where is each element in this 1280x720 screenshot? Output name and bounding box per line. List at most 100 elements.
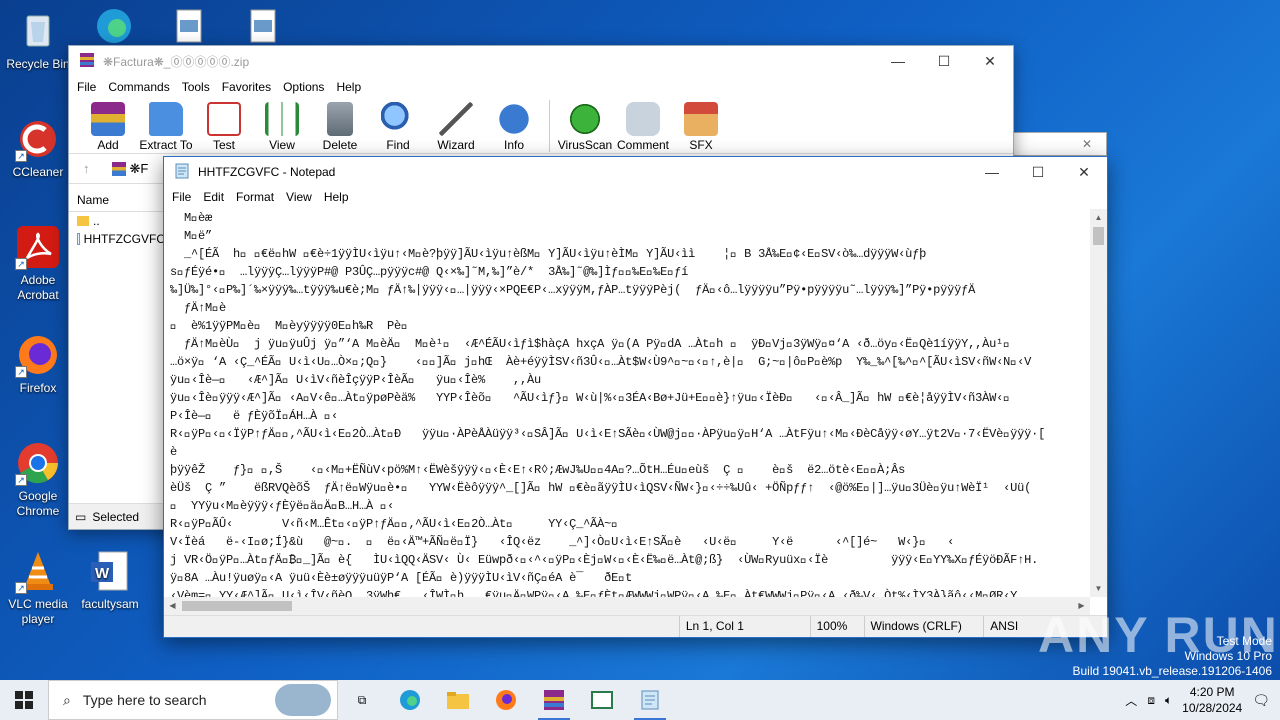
maximize-icon[interactable]: ☐ bbox=[1015, 157, 1061, 187]
close-icon[interactable]: ✕ bbox=[1061, 157, 1107, 187]
virusscan-button[interactable]: VirusScan bbox=[556, 98, 614, 152]
background-window-titlebar[interactable]: ✕ bbox=[1012, 132, 1107, 156]
notepad-icon bbox=[641, 690, 659, 710]
ccleaner-icon: ↗ bbox=[15, 116, 61, 162]
horizontal-scrollbar[interactable]: ◀ ▶ bbox=[164, 597, 1090, 615]
chevron-up-icon[interactable]: ︿ bbox=[1125, 692, 1137, 709]
address-path[interactable]: ❋F bbox=[130, 161, 149, 177]
taskbar-winrar[interactable] bbox=[530, 680, 578, 720]
text-editor[interactable]: M￿èæ M￿ë” _^[ÉÃ h￿ ￿€ë￿hW ￿€è÷1ÿÿÌU‹ìÿu↑… bbox=[164, 209, 1090, 597]
column-header-name[interactable]: Name bbox=[69, 188, 165, 212]
shortcut-arrow-icon: ↗ bbox=[15, 258, 27, 270]
scroll-thumb[interactable] bbox=[182, 601, 292, 611]
taskbar-app[interactable] bbox=[578, 680, 626, 720]
taskbar: ⌕ Type here to search ⧉ ︿ ⧈ 🔈︎ 4:20 PM 1… bbox=[0, 680, 1280, 720]
vertical-scrollbar[interactable]: ▲ ▼ bbox=[1090, 209, 1107, 597]
desktop-icon-label: Google Chrome bbox=[16, 489, 60, 518]
recycle-bin-icon bbox=[15, 8, 61, 54]
menu-commands[interactable]: Commands bbox=[102, 80, 175, 94]
comment-icon bbox=[626, 102, 660, 136]
clock[interactable]: 4:20 PM 10/28/2024 bbox=[1182, 684, 1242, 716]
close-icon[interactable]: ✕ bbox=[967, 46, 1013, 76]
view-button[interactable]: View bbox=[253, 98, 311, 152]
test-label: Test bbox=[212, 138, 235, 152]
menu-edit[interactable]: Edit bbox=[197, 190, 230, 204]
find-button[interactable]: Find bbox=[369, 98, 427, 152]
add-label: Add bbox=[97, 138, 119, 152]
search-placeholder: Type here to search bbox=[82, 692, 207, 708]
windows-logo-icon bbox=[15, 691, 33, 709]
folder-icon bbox=[77, 216, 89, 226]
desktop-icon-label: Recycle Bin bbox=[6, 57, 70, 71]
desktop-icon-label: Adobe Acrobat bbox=[17, 273, 59, 302]
info-button[interactable]: Info bbox=[485, 98, 543, 152]
folder-icon bbox=[149, 102, 183, 136]
winrar-titlebar[interactable]: ❋Factura❋_⓪⓪⓪⓪⓪.zip — ☐ ✕ bbox=[69, 46, 1013, 76]
add-button[interactable]: Add bbox=[79, 98, 137, 152]
winrar-toolbar: Add Extract To Test View Delete Find Wiz… bbox=[69, 98, 1013, 154]
image-file-icon bbox=[239, 4, 285, 50]
task-view-button[interactable]: ⧉ bbox=[338, 680, 386, 720]
comment-label: Comment bbox=[616, 138, 669, 152]
close-icon[interactable]: ✕ bbox=[1082, 137, 1092, 151]
desktop-icon-vlc[interactable]: ↗ VLC media player bbox=[0, 548, 76, 627]
desktop-icon-facultysam[interactable]: W facultysam bbox=[72, 548, 148, 612]
desktop-icon-adobe-acrobat[interactable]: ↗ Adobe Acrobat bbox=[0, 224, 76, 303]
shortcut-arrow-icon: ↗ bbox=[15, 150, 27, 162]
taskbar-firefox[interactable] bbox=[482, 680, 530, 720]
desktop-icon-ccleaner[interactable]: ↗ CCleaner bbox=[0, 116, 76, 180]
menu-options[interactable]: Options bbox=[277, 80, 330, 94]
wizard-button[interactable]: Wizard bbox=[427, 98, 485, 152]
network-icon[interactable]: ⧈ bbox=[1147, 693, 1155, 708]
cursor-position: Ln 1, Col 1 bbox=[678, 616, 810, 637]
scroll-up-icon[interactable]: ▲ bbox=[1090, 209, 1107, 226]
image-file-icon bbox=[165, 4, 211, 50]
desktop-icon-recycle-bin[interactable]: Recycle Bin bbox=[0, 8, 76, 72]
notepad-titlebar[interactable]: HHTFZCGVFC - Notepad — ☐ ✕ bbox=[164, 157, 1107, 187]
search-highlight-image bbox=[275, 684, 331, 716]
svg-text:W: W bbox=[95, 565, 110, 582]
desktop-icon-firefox[interactable]: ↗ Firefox bbox=[0, 332, 76, 396]
scroll-thumb[interactable] bbox=[1093, 227, 1104, 245]
window-title: ❋Factura❋_⓪⓪⓪⓪⓪.zip bbox=[103, 54, 250, 69]
menu-help[interactable]: Help bbox=[330, 80, 367, 94]
notification-icon[interactable]: 🗨︎ bbox=[1252, 692, 1270, 709]
winrar-icon bbox=[544, 690, 564, 710]
delete-button[interactable]: Delete bbox=[311, 98, 369, 152]
shortcut-arrow-icon: ↗ bbox=[15, 474, 27, 486]
desktop-icon-label: facultysam bbox=[81, 597, 139, 611]
taskbar-edge[interactable] bbox=[386, 680, 434, 720]
system-tray: ︿ ⧈ 🔈︎ 4:20 PM 10/28/2024 🗨︎ bbox=[1125, 684, 1280, 716]
start-button[interactable] bbox=[0, 680, 48, 720]
menu-format[interactable]: Format bbox=[230, 190, 280, 204]
desktop-icon-google-chrome[interactable]: ↗ Google Chrome bbox=[0, 440, 76, 519]
build-text: Build 19041.vb_release.191206-1406 bbox=[1072, 664, 1273, 678]
list-item[interactable]: .. bbox=[69, 212, 165, 230]
extract-to-button[interactable]: Extract To bbox=[137, 98, 195, 152]
status-spacer bbox=[164, 616, 679, 637]
volume-icon[interactable]: 🔈︎ bbox=[1165, 693, 1172, 708]
notepad-menubar: File Edit Format View Help bbox=[164, 187, 1107, 207]
minimize-icon[interactable]: — bbox=[969, 157, 1015, 187]
scroll-left-icon[interactable]: ◀ bbox=[164, 597, 181, 615]
scroll-down-icon[interactable]: ▼ bbox=[1090, 580, 1107, 597]
up-arrow-icon[interactable]: ↑ bbox=[83, 161, 90, 176]
menu-file[interactable]: File bbox=[71, 80, 102, 94]
taskbar-file-explorer[interactable] bbox=[434, 680, 482, 720]
maximize-icon[interactable]: ☐ bbox=[921, 46, 967, 76]
firefox-icon: ↗ bbox=[15, 332, 61, 378]
menu-help[interactable]: Help bbox=[318, 190, 355, 204]
list-item[interactable]: HHTFZCGVFC bbox=[69, 230, 165, 248]
taskbar-notepad[interactable] bbox=[626, 680, 674, 720]
chrome-icon: ↗ bbox=[15, 440, 61, 486]
menu-favorites[interactable]: Favorites bbox=[216, 80, 277, 94]
test-button[interactable]: Test bbox=[195, 98, 253, 152]
menu-view[interactable]: View bbox=[280, 190, 318, 204]
sfx-button[interactable]: SFX bbox=[672, 98, 730, 152]
menu-tools[interactable]: Tools bbox=[176, 80, 216, 94]
comment-button[interactable]: Comment bbox=[614, 98, 672, 152]
menu-file[interactable]: File bbox=[166, 190, 197, 204]
file-explorer-icon bbox=[447, 692, 469, 709]
taskbar-search[interactable]: ⌕ Type here to search bbox=[48, 680, 338, 720]
minimize-icon[interactable]: — bbox=[875, 46, 921, 76]
